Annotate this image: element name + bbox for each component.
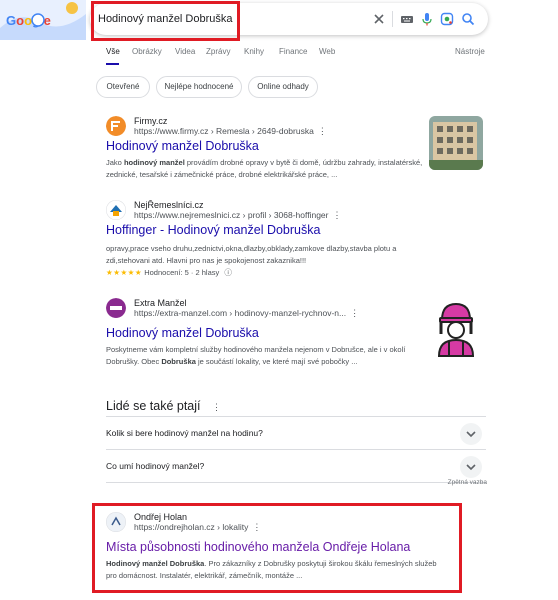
- site-url[interactable]: https://extra-manzel.com › hodinovy-manz…: [134, 308, 359, 319]
- search-tabs: Vše Obrázky Videa Zprávy Knihy Finance W…: [106, 47, 494, 63]
- search-result-1: Firmy.cz https://www.firmy.cz › Remesla …: [106, 116, 426, 186]
- tab-images[interactable]: Obrázky: [132, 47, 162, 56]
- more-options-icon[interactable]: ⋮: [332, 210, 341, 220]
- clear-icon[interactable]: [372, 12, 386, 26]
- extra-manzel-favicon-icon: [106, 298, 126, 318]
- site-name: NejŘemeslníci.cz: [134, 200, 204, 210]
- paa-question[interactable]: Kolik si bere hodinový manžel na hodinu?: [106, 416, 486, 450]
- tab-web[interactable]: Web: [319, 47, 335, 56]
- tab-all[interactable]: Vše: [106, 47, 120, 56]
- search-box[interactable]: [90, 3, 488, 35]
- result-snippet: Poskytneme vám kompletní služby hodinové…: [106, 345, 406, 366]
- paa-question-text: Kolik si bere hodinový manžel na hodinu?: [106, 428, 263, 438]
- tab-finance[interactable]: Finance: [279, 47, 307, 56]
- more-options-icon[interactable]: ⋮: [212, 402, 221, 412]
- search-input[interactable]: [98, 3, 358, 35]
- result-title-link[interactable]: Hoffinger - Hodinový manžel Dobruška: [106, 223, 320, 237]
- chip-open[interactable]: Otevřené: [96, 76, 150, 98]
- chevron-down-icon[interactable]: [460, 456, 482, 478]
- tab-books[interactable]: Knihy: [244, 47, 264, 56]
- search-result-3: Extra Manžel https://extra-manzel.com › …: [106, 298, 426, 368]
- google-logo[interactable]: Google: [0, 0, 86, 40]
- chip-online-estimates[interactable]: Online odhady: [248, 76, 318, 98]
- info-icon[interactable]: ⓘ: [224, 268, 232, 277]
- chip-top-rated[interactable]: Nejlépe hodnocené: [156, 76, 242, 98]
- keyboard-icon[interactable]: [400, 12, 414, 26]
- star-rating-icon: ★★★★★: [106, 268, 143, 277]
- result-thumbnail[interactable]: [429, 298, 483, 358]
- chevron-down-icon[interactable]: [460, 423, 482, 445]
- paa-question-text: Co umí hodinový manžel?: [106, 461, 205, 471]
- site-name: Extra Manžel: [134, 298, 187, 308]
- voice-search-icon[interactable]: [420, 12, 434, 26]
- active-tab-indicator: [106, 63, 119, 65]
- search-icon[interactable]: [461, 12, 475, 26]
- paa-question[interactable]: Co umí hodinový manžel?: [106, 449, 486, 483]
- divider: [106, 482, 486, 483]
- nejremeslnici-favicon-icon: [106, 200, 126, 220]
- result-highlight: [92, 503, 462, 593]
- more-options-icon[interactable]: ⋮: [350, 308, 359, 318]
- result-title-link[interactable]: Hodinový manžel Dobruška: [106, 139, 259, 153]
- result-snippet: Jako hodinový manžel provádím drobné opr…: [106, 158, 423, 179]
- tab-news[interactable]: Zprávy: [206, 47, 230, 56]
- result-thumbnail[interactable]: [429, 116, 483, 170]
- more-options-icon[interactable]: ⋮: [318, 126, 327, 136]
- paa-heading: Lidé se také ptají ⋮: [106, 399, 221, 413]
- result-snippet: opravy,prace vseho druhu,zednictvi,okna,…: [106, 244, 397, 265]
- feedback-link[interactable]: Zpětná vazba: [448, 479, 487, 486]
- result-title-link[interactable]: Hodinový manžel Dobruška: [106, 326, 259, 340]
- rating: ★★★★★ Hodnocení: 5 · 2 hlasy ⓘ: [106, 267, 232, 278]
- tools-button[interactable]: Nástroje: [455, 47, 485, 56]
- rating-text: Hodnocení: 5 · 2 hlasy: [144, 268, 220, 277]
- site-url[interactable]: https://www.firmy.cz › Remesla › 2649-do…: [134, 126, 327, 137]
- tab-videos[interactable]: Videa: [175, 47, 195, 56]
- firmy-favicon-icon: [106, 116, 126, 136]
- lens-icon[interactable]: [440, 12, 454, 26]
- search-result-2: NejŘemeslníci.cz https://www.nejremeslni…: [106, 200, 426, 290]
- site-name: Firmy.cz: [134, 116, 168, 126]
- site-url[interactable]: https://www.nejremeslnici.cz › profil › …: [134, 210, 341, 221]
